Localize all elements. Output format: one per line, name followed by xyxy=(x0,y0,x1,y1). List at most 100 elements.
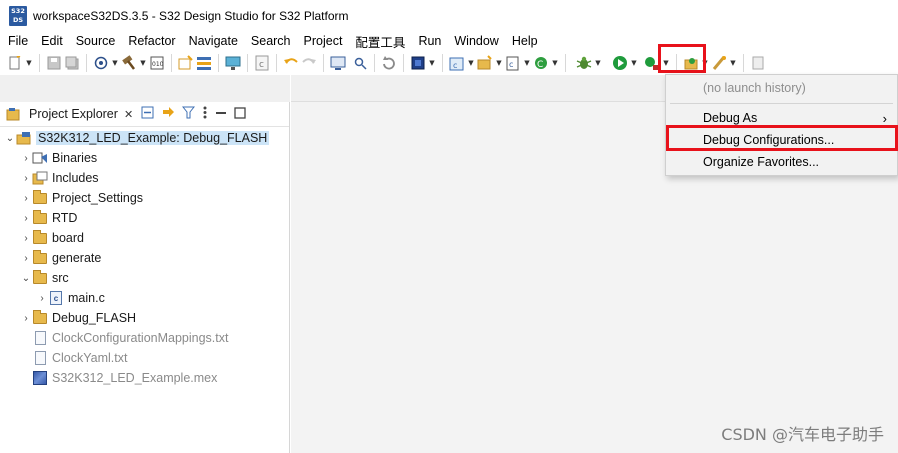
menu-window[interactable]: Window xyxy=(454,34,498,48)
save-button[interactable] xyxy=(45,53,63,73)
redo-button[interactable] xyxy=(300,53,318,73)
chevron-right-icon[interactable]: › xyxy=(20,213,32,224)
tree-item-project[interactable]: ⌄ S32K312_LED_Example: Debug_FLASH xyxy=(0,128,289,148)
chevron-down-icon[interactable]: ▼ xyxy=(522,59,532,67)
flash-icon xyxy=(710,54,728,72)
menu-source[interactable]: Source xyxy=(76,34,116,48)
chip-button[interactable]: ▼ xyxy=(409,53,437,73)
chevron-down-icon[interactable]: ▼ xyxy=(550,59,560,67)
chevron-right-icon[interactable]: › xyxy=(20,233,32,244)
console-button[interactable] xyxy=(329,53,347,73)
tree-item-project-settings[interactable]: › Project_Settings xyxy=(0,188,289,208)
chevron-down-icon[interactable]: ▼ xyxy=(138,59,148,67)
new-folder-button[interactable] xyxy=(177,53,195,73)
c-file-button[interactable]: c xyxy=(253,53,271,73)
chevron-down-icon[interactable]: ▼ xyxy=(466,59,476,67)
chevron-down-icon[interactable]: ▼ xyxy=(629,59,639,67)
undo-button[interactable] xyxy=(282,53,300,73)
chevron-down-icon[interactable]: ⌄ xyxy=(20,273,32,284)
debug-settings-icon xyxy=(92,54,110,72)
chevron-right-icon[interactable]: › xyxy=(36,293,48,304)
chevron-right-icon[interactable]: › xyxy=(20,193,32,204)
binary-button[interactable]: 010 xyxy=(148,53,166,73)
search-tool-button[interactable] xyxy=(351,53,369,73)
new-project-button[interactable]: ▼ xyxy=(476,53,504,73)
chevron-down-icon[interactable]: ⌄ xyxy=(4,133,16,144)
menu-edit[interactable]: Edit xyxy=(41,34,63,48)
build-button[interactable]: ▼ xyxy=(120,53,148,73)
menu-config-tools[interactable]: 配置工具 xyxy=(355,32,405,51)
tree-item-generate[interactable]: › generate xyxy=(0,248,289,268)
text-file-icon xyxy=(32,330,48,346)
new-folder-icon xyxy=(177,54,195,72)
close-icon[interactable]: ✕ xyxy=(124,108,133,121)
project-explorer-title[interactable]: Project Explorer xyxy=(29,107,118,121)
chevron-down-icon[interactable]: ▼ xyxy=(494,59,504,67)
maximize-icon[interactable] xyxy=(234,106,246,122)
tree-item-includes[interactable]: › Includes xyxy=(0,168,289,188)
chip-icon xyxy=(409,54,427,72)
layers-icon xyxy=(195,54,213,72)
tree-item-debug-flash[interactable]: › Debug_FLASH xyxy=(0,308,289,328)
menu-bar: File Edit Source Refactor Navigate Searc… xyxy=(0,31,898,51)
chevron-down-icon[interactable]: ▼ xyxy=(427,59,437,67)
menu-run[interactable]: Run xyxy=(418,34,441,48)
tree-item-label: Binaries xyxy=(52,151,98,165)
tree-item-label: ClockYaml.txt xyxy=(52,351,128,365)
includes-icon xyxy=(32,170,48,186)
link-editor-icon[interactable] xyxy=(161,106,175,122)
tree-item-clock-mappings[interactable]: ClockConfigurationMappings.txt xyxy=(0,328,289,348)
svg-text:C: C xyxy=(537,60,543,70)
chevron-right-icon[interactable]: › xyxy=(20,253,32,264)
tree-item-main-c[interactable]: › c main.c xyxy=(0,288,289,308)
menu-project[interactable]: Project xyxy=(304,34,343,48)
menu-navigate[interactable]: Navigate xyxy=(189,34,238,48)
new-source-button[interactable]: c ▼ xyxy=(504,53,532,73)
tree-item-binaries[interactable]: › Binaries xyxy=(0,148,289,168)
tree-item-clock-yaml[interactable]: ClockYaml.txt xyxy=(0,348,289,368)
toolbar-separator xyxy=(442,54,443,72)
tree-item-rtd[interactable]: › RTD xyxy=(0,208,289,228)
tree-item-board[interactable]: › board xyxy=(0,228,289,248)
chevron-right-icon[interactable]: › xyxy=(20,313,32,324)
svg-text:c: c xyxy=(259,60,264,70)
menu-refactor[interactable]: Refactor xyxy=(128,34,175,48)
menu-search[interactable]: Search xyxy=(251,34,291,48)
menu-item-organize-favorites[interactable]: Organize Favorites... xyxy=(666,151,898,173)
chevron-down-icon[interactable]: ▼ xyxy=(728,59,738,67)
chevron-down-icon[interactable]: ▼ xyxy=(110,59,120,67)
tree-item-src[interactable]: ⌄ src xyxy=(0,268,289,288)
run-button[interactable]: ▼ xyxy=(611,53,639,73)
view-menu-icon[interactable] xyxy=(202,106,208,122)
chevron-down-icon[interactable]: ▼ xyxy=(593,59,603,67)
tree-item-label: ClockConfigurationMappings.txt xyxy=(52,331,229,345)
save-all-button[interactable] xyxy=(63,53,81,73)
c-class-icon: c xyxy=(448,54,466,72)
panel-toolbar xyxy=(141,106,253,122)
menu-file[interactable]: File xyxy=(8,34,28,48)
minimize-icon[interactable] xyxy=(215,107,227,122)
new-project-icon xyxy=(476,54,494,72)
toolbar-separator xyxy=(565,54,566,72)
build-hammer-icon xyxy=(120,54,138,72)
refresh-button[interactable] xyxy=(380,53,398,73)
chevron-down-icon[interactable]: ▼ xyxy=(24,59,34,67)
refresh-green-button[interactable]: C ▼ xyxy=(532,53,560,73)
new-c-class-button[interactable]: c ▼ xyxy=(448,53,476,73)
filter-icon[interactable] xyxy=(182,106,196,122)
tree-item-label: RTD xyxy=(52,211,78,225)
extra-button[interactable] xyxy=(749,53,767,73)
refresh-icon xyxy=(380,54,398,72)
tree-item-mex[interactable]: S32K312_LED_Example.mex xyxy=(0,368,289,388)
debug-button[interactable]: ▼ xyxy=(575,53,603,73)
monitor-button[interactable] xyxy=(224,53,242,73)
chevron-right-icon[interactable]: › xyxy=(20,153,32,164)
menu-help[interactable]: Help xyxy=(512,34,538,48)
binary-icon: 010 xyxy=(148,54,166,72)
debug-settings-button[interactable]: ▼ xyxy=(92,53,120,73)
chevron-right-icon[interactable]: › xyxy=(20,173,32,184)
layers-button[interactable] xyxy=(195,53,213,73)
new-button[interactable]: ▼ xyxy=(6,53,34,73)
collapse-all-icon[interactable] xyxy=(141,106,154,122)
flash-button[interactable]: ▼ xyxy=(710,53,738,73)
